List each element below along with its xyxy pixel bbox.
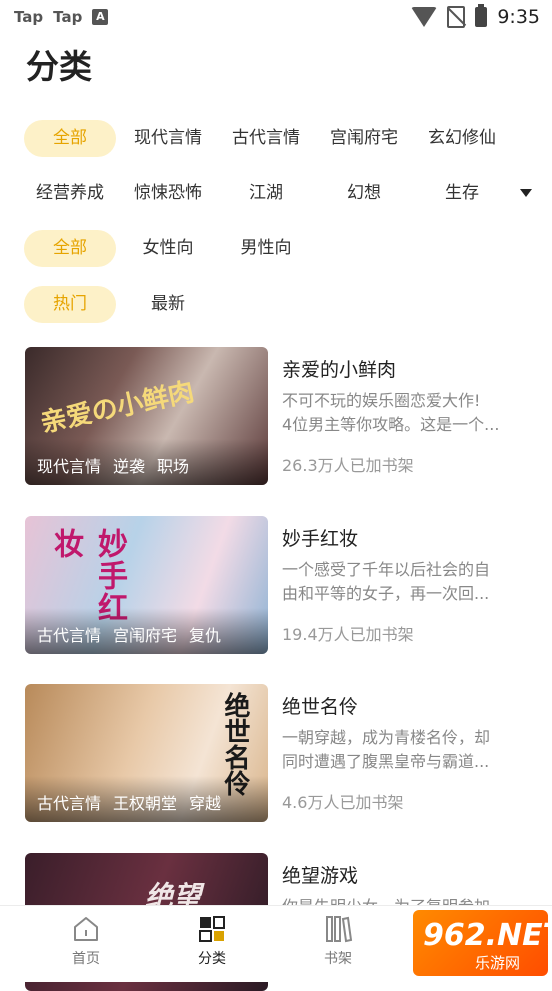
book-item[interactable]: 亲爱の小鲜肉 现代言情 逆袭 职场 亲爱的小鲜肉 不可不玩的娱乐圈恋爱大作! 4…	[25, 347, 535, 485]
sort-chip-hot[interactable]: 热门	[24, 286, 116, 323]
audience-chip-female[interactable]: 女性向	[122, 230, 214, 267]
book-tag: 穿越	[189, 794, 222, 813]
book-description: 一朝穿越，成为青楼名伶，却 同时遭遇了腹黑皇帝与霸道...	[282, 728, 491, 771]
bookshelf-count: 4.6万人已加书架	[282, 793, 404, 812]
book-title[interactable]: 绝世名伶	[282, 692, 358, 719]
no-sim-icon	[447, 6, 466, 28]
genre-chip-survival[interactable]: 生存	[416, 175, 508, 212]
book-tag: 现代言情	[37, 457, 102, 476]
book-description: 一个感受了千年以后社会的自 由和平等的女子，再一次回...	[282, 560, 491, 603]
sort-chip-newest[interactable]: 最新	[122, 286, 214, 323]
genre-chip-fantasy[interactable]: 玄幻修仙	[416, 120, 508, 157]
audience-chip-male[interactable]: 男性向	[220, 230, 312, 267]
sort-filter-row: 热门 最新	[24, 286, 220, 323]
genre-chip-palace[interactable]: 宫闱府宅	[318, 120, 410, 157]
watermark-site-name: 乐游网	[475, 954, 521, 972]
expand-genres-icon[interactable]	[520, 189, 532, 197]
book-tag: 古代言情	[37, 794, 102, 813]
genre-chip-ancient-romance[interactable]: 古代言情	[220, 120, 312, 157]
book-item[interactable]: 妙手红妆 古代言情 宫闱府宅 复仇 妙手红妆 一个感受了千年以后社会的自 由和平…	[25, 516, 535, 654]
genre-filter-row-1: 全部 现代言情 古代言情 宫闱府宅 玄幻修仙	[24, 120, 514, 157]
book-title[interactable]: 妙手红妆	[282, 524, 358, 551]
book-cover[interactable]: 亲爱の小鲜肉 现代言情 逆袭 职场	[25, 347, 268, 485]
book-tag: 古代言情	[37, 626, 102, 645]
clock: 9:35	[497, 6, 540, 28]
book-cover[interactable]: 妙手红妆 古代言情 宫闱府宅 复仇	[25, 516, 268, 654]
battery-icon	[475, 4, 488, 27]
status-bar: Tap Tap A 9:35	[0, 0, 552, 36]
wifi-icon	[411, 7, 438, 27]
book-tag: 宫闱府宅	[113, 626, 178, 645]
bookshelf-count: 26.3万人已加书架	[282, 456, 414, 475]
genre-chip-horror[interactable]: 惊悚恐怖	[122, 175, 214, 212]
genre-filter-row-2: 经营养成 惊悚恐怖 江湖 幻想 生存	[24, 175, 514, 212]
cover-title-art: 亲爱の小鲜肉	[38, 377, 197, 439]
book-title[interactable]: 亲爱的小鲜肉	[282, 355, 396, 382]
book-cover[interactable]: 绝世名伶 古代言情 王权朝堂 穿越	[25, 684, 268, 822]
bookshelf-count: 19.4万人已加书架	[282, 625, 414, 644]
audience-chip-all[interactable]: 全部	[24, 230, 116, 267]
book-tag: 逆袭	[113, 457, 146, 476]
site-watermark: 962.NET 乐游网	[413, 910, 552, 976]
book-tag: 复仇	[189, 626, 222, 645]
genre-chip-illusion[interactable]: 幻想	[318, 175, 410, 212]
book-tag: 职场	[157, 457, 190, 476]
genre-chip-all[interactable]: 全部	[24, 120, 116, 157]
book-title[interactable]: 绝望游戏	[282, 861, 358, 888]
status-left: Tap Tap A	[14, 8, 109, 26]
home-icon	[74, 917, 98, 941]
genre-chip-management[interactable]: 经营养成	[24, 175, 116, 212]
book-tags: 古代言情 宫闱府宅 复仇	[37, 622, 221, 646]
taptap-notification: Tap	[14, 8, 44, 26]
nav-category[interactable]: 分类	[172, 914, 252, 968]
bookshelf-icon	[326, 916, 353, 943]
genre-chip-jianghu[interactable]: 江湖	[220, 175, 312, 212]
book-description: 不可不玩的娱乐圈恋爱大作! 4位男主等你攻略。这是一个...	[282, 391, 500, 434]
a-notification-icon: A	[92, 9, 109, 25]
taptap-notification: Tap	[53, 8, 83, 26]
nav-home[interactable]: 首页	[46, 914, 126, 968]
category-icon	[199, 916, 225, 942]
watermark-logo-text: 962.NET	[423, 918, 552, 953]
status-right: 9:35	[411, 4, 540, 28]
genre-chip-modern-romance[interactable]: 现代言情	[122, 120, 214, 157]
book-item[interactable]: 绝世名伶 古代言情 王权朝堂 穿越 绝世名伶 一朝穿越，成为青楼名伶，却 同时遭…	[25, 684, 535, 822]
nav-bookshelf[interactable]: 书架	[298, 914, 378, 968]
book-tags: 古代言情 王权朝堂 穿越	[37, 790, 221, 814]
page-title: 分类	[26, 47, 92, 86]
audience-filter-row: 全部 女性向 男性向	[24, 230, 318, 267]
book-tag: 王权朝堂	[113, 794, 178, 813]
book-tags: 现代言情 逆袭 职场	[37, 453, 189, 477]
